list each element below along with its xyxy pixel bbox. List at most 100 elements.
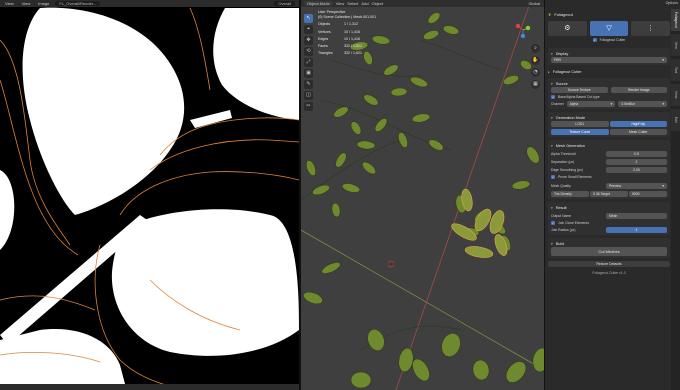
move-tool-icon[interactable]: ✥ <box>304 36 313 45</box>
output-name-field[interactable]: Mesh <box>606 213 667 219</box>
transform-orientation[interactable]: Global <box>528 1 540 6</box>
tab-edit[interactable]: Edit <box>671 109 680 131</box>
texture-curve-button[interactable]: Texture Curve <box>551 129 609 135</box>
join-radius-value: 4 <box>635 228 638 232</box>
target-field[interactable]: 0.36 Target <box>590 191 628 197</box>
leaf-icon: ❦ <box>548 12 552 17</box>
display-dropdown[interactable]: PBR ▾ <box>551 57 667 63</box>
pan-icon[interactable]: ✋ <box>531 56 540 65</box>
lod1-button[interactable]: LOD1 <box>551 121 609 127</box>
subtitle-label: Foliagecut Cutter <box>599 38 626 42</box>
mesh-quality-label: Mesh Quality <box>551 184 571 188</box>
edge-smoothing-field[interactable]: 2.00 <box>606 167 667 173</box>
tab-tool[interactable]: Tool <box>671 59 680 81</box>
source-panel: ▾ Source Source Texture Render Image ✓ Bas… <box>548 78 670 109</box>
join-radius-field[interactable]: 4 <box>606 227 667 233</box>
output-name-label: Output Name <box>551 214 572 218</box>
alpha-threshold-value: 0.5 <box>634 152 639 156</box>
mesh-generation-header[interactable]: ▾ Mesh Generation <box>551 142 667 149</box>
3d-viewport[interactable]: Object Mode View Select Add Object Globa… <box>301 0 544 390</box>
navigation-buttons: ⌕ ✋ ◔ ▦ <box>531 44 540 89</box>
build-panel: ▾ Build Cut Meshes <box>548 238 670 258</box>
blur-dropdown[interactable]: 0.5mBlur ▾ <box>618 101 668 107</box>
more-mode-button[interactable]: ⋮ <box>631 21 671 36</box>
measure-tool-icon[interactable]: ◫ <box>304 91 313 100</box>
subtitle-row: ✓ Foliagecut Cutter <box>548 38 670 42</box>
toolbar: ↖ ⌖ ✥ ⟲ ⤢ ▣ ✎ ◫ ✂ <box>304 14 313 111</box>
build-header[interactable]: ▾ Build <box>551 240 667 247</box>
cutter-mode-button[interactable]: ▽ <box>589 21 629 36</box>
menu-view-2[interactable]: View <box>20 1 33 6</box>
menu-view[interactable]: View <box>336 1 345 6</box>
annotate-tool-icon[interactable]: ✎ <box>304 80 313 89</box>
image-name-field[interactable]: FL_Overall/Render... <box>55 1 101 6</box>
alpha-threshold-field[interactable]: 0.5 <box>606 151 667 157</box>
overall-pill[interactable]: Overall <box>274 1 295 6</box>
mesh-quality-dropdown[interactable]: Preview ▾ <box>606 183 667 189</box>
source-texture-button[interactable]: Source Texture <box>551 87 608 93</box>
settings-mode-button[interactable]: ⚙ <box>548 21 587 36</box>
stat-label: Edges <box>318 36 329 41</box>
checkbox-icon[interactable]: ✓ <box>592 38 597 42</box>
camera-icon[interactable]: ◔ <box>531 68 540 77</box>
display-header[interactable]: ▾ Display <box>551 50 667 57</box>
cut-tool-icon[interactable]: ✂ <box>304 102 313 111</box>
generation-header[interactable]: ▾ Generation Mode <box>551 114 667 121</box>
stat-label: Objects <box>318 22 331 27</box>
cutter-subheader[interactable]: ▸ Foliagecut Cutter <box>548 68 670 75</box>
tab-item[interactable]: Item <box>671 34 680 56</box>
stat-value: 10 / 1,416 <box>344 29 360 34</box>
tab-view[interactable]: View <box>671 84 680 106</box>
channel-label: Channel <box>551 102 564 106</box>
scale-tool-icon[interactable]: ⤢ <box>304 58 313 67</box>
mesh-generation-panel: ▾ Mesh Generation Alpha Threshold 0.5 Sepa… <box>548 140 670 199</box>
image-editor[interactable]: View View Image FL_Overall/Render... Ove… <box>0 0 299 390</box>
tris-density-field[interactable]: Tris Density <box>551 191 589 197</box>
source-header[interactable]: ▾ Source <box>551 80 667 87</box>
rotate-tool-icon[interactable]: ⟲ <box>304 47 313 56</box>
menu-object[interactable]: Object <box>372 1 384 6</box>
source-title: Source <box>555 81 568 86</box>
channel-dropdown[interactable]: Alpha ▾ <box>566 101 616 107</box>
menu-view[interactable]: View <box>3 1 16 6</box>
addon-title: Foliagecut <box>554 12 573 17</box>
restore-defaults-button[interactable]: Restore Defaults <box>548 261 670 267</box>
display-panel: ▾ Display PBR ▾ <box>548 48 670 65</box>
tab-foliagecut[interactable]: Foliagecut <box>671 9 680 31</box>
stat-label: Triangles <box>318 51 333 56</box>
mesh-cutter-button[interactable]: Mesh Cutter <box>609 129 667 135</box>
sidebar-tabs: Foliagecut Item Tool View Edit <box>671 9 680 390</box>
mode-dropdown[interactable]: Object Mode <box>304 1 333 6</box>
checkbox-icon[interactable]: ✓ <box>551 95 555 99</box>
ortho-grid-icon[interactable]: ▦ <box>531 80 540 89</box>
stat-label: Vertices <box>318 29 331 34</box>
cutter-subheader-label: Foliagecut Cutter <box>552 69 582 74</box>
chevron-down-icon: ▾ <box>662 58 664 62</box>
select-tool-icon[interactable]: ↖ <box>304 14 313 23</box>
cut-meshes-button[interactable]: Cut Meshes <box>551 247 667 256</box>
cut-type-label: Base/Alpha Based Cut-type <box>558 95 600 99</box>
chevron-down-icon: ▾ <box>551 115 553 120</box>
stat-value: 1 / 1,312 <box>344 22 358 27</box>
menu-select[interactable]: Select <box>347 1 358 6</box>
highpoly-button[interactable]: HighPoly <box>609 121 667 127</box>
join-label: Join Close Elements <box>558 221 589 225</box>
menu-add[interactable]: Add <box>361 1 368 6</box>
separation-field[interactable]: 2 <box>606 159 667 165</box>
transform-tool-icon[interactable]: ▣ <box>304 69 313 78</box>
chevron-right-icon: ▸ <box>548 69 550 74</box>
chevron-down-icon: ▾ <box>551 241 553 246</box>
count-field[interactable]: 5000 <box>629 191 667 197</box>
render-image-button[interactable]: Render Image <box>610 87 667 93</box>
mesh-generation-title: Mesh Generation <box>555 143 585 148</box>
cursor-tool-icon[interactable]: ⌖ <box>304 25 313 34</box>
result-header[interactable]: ▾ Result <box>551 204 667 211</box>
separation-value: 2 <box>635 160 638 164</box>
zoom-icon[interactable]: ⌕ <box>531 44 540 53</box>
checkbox-icon[interactable]: ✓ <box>551 175 555 179</box>
menu-image[interactable]: Image <box>36 1 51 6</box>
chevron-down-icon: ▾ <box>662 102 665 106</box>
stat-value: 332 / 1,821 <box>344 51 362 56</box>
mode-buttons: ⚙ ▽ ⋮ <box>548 21 671 36</box>
checkbox-icon[interactable]: ✓ <box>551 221 555 225</box>
